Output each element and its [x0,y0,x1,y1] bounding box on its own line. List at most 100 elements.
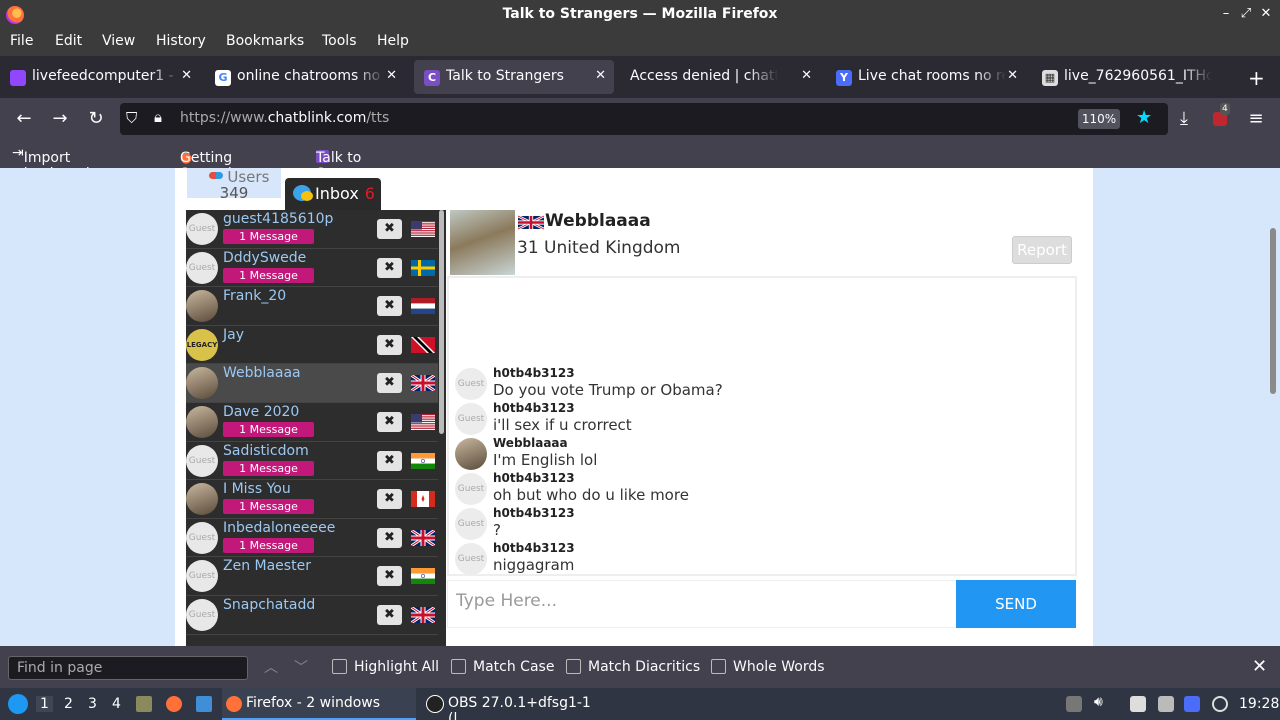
bookmark-star-icon[interactable]: ★ [1136,107,1152,128]
user-list-item[interactable]: LEGACY Jay ✖ [186,326,438,365]
message-sender[interactable]: h0tb4b3123 [493,541,575,555]
power-icon[interactable] [1212,696,1228,712]
workspace-1[interactable]: 1 [36,696,53,712]
hamburger-menu-icon[interactable]: ≡ [1244,107,1268,131]
notes-tray-icon[interactable] [1130,696,1146,712]
close-tab-icon[interactable]: ✕ [181,68,192,83]
close-window-button[interactable]: ✕ [1256,4,1276,24]
message-sender[interactable]: h0tb4b3123 [493,366,575,380]
tab-twitch[interactable]: livefeedcomputer1 - Tw ✕ [0,60,200,94]
tab-live-image[interactable]: ▦ live_762960561_ITHcJ [1032,60,1232,94]
remove-user-icon[interactable]: ✖ [377,334,402,355]
user-avatar[interactable]: Guest [186,599,218,631]
user-avatar[interactable]: photo [186,290,218,323]
task-obs[interactable]: OBS 27.0.1+dfsg1-1 (l... [424,688,624,720]
remove-user-icon[interactable]: ✖ [377,296,402,317]
report-button[interactable]: Report [1012,236,1072,264]
user-name[interactable]: Dave 2020 [223,404,299,420]
shield-icon[interactable]: ⛉ [126,109,137,127]
terminal-icon[interactable] [196,696,212,712]
close-tab-icon[interactable]: ✕ [801,68,812,83]
message-avatar[interactable]: Guest [455,543,487,575]
back-button[interactable]: ← [12,107,36,131]
user-list-scrollbar[interactable] [439,210,444,434]
menu-bookmarks[interactable]: Bookmarks [226,33,304,49]
user-name[interactable]: I Miss You [223,481,291,497]
inbox-tab[interactable]: Inbox 6 [285,178,381,210]
user-name[interactable]: Inbedaloneeeee [223,520,335,536]
user-list-item[interactable]: Guest guest4185610p 1 Message ✖ [186,210,438,249]
close-find-bar-icon[interactable]: ✕ [1252,656,1267,677]
tab-access-denied[interactable]: Access denied | chattusa. ✕ [620,60,820,94]
task-firefox[interactable]: Firefox - 2 windows [222,688,416,720]
tab-talk-to-strangers[interactable]: C Talk to Strangers ✕ [414,60,614,94]
user-avatar[interactable]: Guest [186,444,218,477]
keyboard-tray-icon[interactable] [1158,696,1174,712]
menu-history[interactable]: History [156,33,206,49]
user-avatar[interactable]: LEGACY [186,328,218,361]
message-sender[interactable]: Webblaaaa [493,436,568,450]
message-sender[interactable]: h0tb4b3123 [493,471,575,485]
downloads-icon[interactable]: ⤓ [1172,107,1196,131]
send-button[interactable]: SEND [956,580,1076,628]
highlight-all-checkbox[interactable] [332,659,347,674]
menu-tools[interactable]: Tools [322,33,357,49]
bookmark-import[interactable]: ⇥ Import bookmarks... [12,145,115,182]
menu-file[interactable]: File [10,33,33,49]
clipboard-tray-icon[interactable] [1066,696,1082,712]
close-tab-icon[interactable]: ✕ [1007,68,1018,83]
message-avatar[interactable]: Guest [455,403,487,435]
find-next-icon[interactable]: ﹀ [294,657,308,677]
user-list-item[interactable]: photo Dave 2020 1 Message ✖ [186,403,438,442]
remove-user-icon[interactable]: ✖ [377,527,402,548]
user-list-item[interactable]: Guest Inbedaloneeeee 1 Message ✖ [186,519,438,558]
lock-icon[interactable]: 🔒︎ [154,108,162,126]
user-avatar[interactable]: Guest [186,213,218,245]
reload-button[interactable]: ↻ [84,107,108,131]
message-sender[interactable]: h0tb4b3123 [493,506,575,520]
tab-live-chat[interactable]: Y Live chat rooms no regi ✕ [826,60,1026,94]
forward-button[interactable]: → [48,107,72,131]
workspace-3[interactable]: 3 [88,696,97,712]
remove-user-icon[interactable]: ✖ [377,412,402,432]
user-list-item[interactable]: Guest DddySwede 1 Message ✖ [186,249,438,288]
volume-icon[interactable]: 🔊︎ [1094,694,1110,710]
user-name[interactable]: Zen Maester [223,558,311,574]
remove-user-icon[interactable]: ✖ [377,373,402,394]
remove-user-icon[interactable]: ✖ [377,219,402,239]
user-avatar[interactable]: photo [186,367,218,400]
message-avatar[interactable]: Guest [455,508,487,540]
whole-words-checkbox[interactable] [711,659,726,674]
user-name[interactable]: guest4185610p [223,211,333,227]
users-tab[interactable]: Users 349 [187,168,281,201]
message-avatar[interactable]: photo [455,438,487,470]
user-name[interactable]: Webblaaaa [223,365,301,381]
user-list-item[interactable]: Guest Zen Maester ✖ [186,557,438,596]
user-avatar[interactable]: Guest [186,560,218,593]
workspace-4[interactable]: 4 [112,696,121,712]
user-list-item[interactable]: Guest Sadisticdom 1 Message ✖ [186,442,438,481]
user-avatar[interactable]: Guest [186,521,218,554]
close-tab-icon[interactable]: ✕ [595,68,606,83]
extension-button[interactable]: 4 [1208,103,1232,131]
firefox-launcher-icon[interactable] [166,696,182,712]
file-manager-icon[interactable] [136,696,152,712]
remove-user-icon[interactable]: ✖ [377,257,402,278]
match-diacritics-checkbox[interactable] [566,659,581,674]
start-menu-icon[interactable] [8,694,28,714]
find-input[interactable]: Find in page [8,656,248,680]
find-previous-icon[interactable]: ︿ [264,657,278,677]
user-name[interactable]: Frank_20 [223,288,286,304]
close-tab-icon[interactable]: ✕ [386,68,397,83]
menu-view[interactable]: View [102,33,135,49]
user-name[interactable]: Sadisticdom [223,443,309,459]
user-name[interactable]: DddySwede [223,250,306,266]
user-list-item[interactable]: photo Frank_20 ✖ [186,287,438,326]
remove-user-icon[interactable]: ✖ [377,566,402,587]
address-bar[interactable]: ⛉ 🔒︎ https://www.chatblink.com/tts 110% … [120,103,1168,135]
tab-google[interactable]: G online chatrooms no sig ✕ [205,60,405,94]
zoom-level[interactable]: 110% [1078,109,1120,129]
user-list-item[interactable]: photo I Miss You 1 Message ✖ [186,480,438,519]
remove-user-icon[interactable]: ✖ [377,605,402,625]
network-tray-icon[interactable] [1184,696,1200,712]
